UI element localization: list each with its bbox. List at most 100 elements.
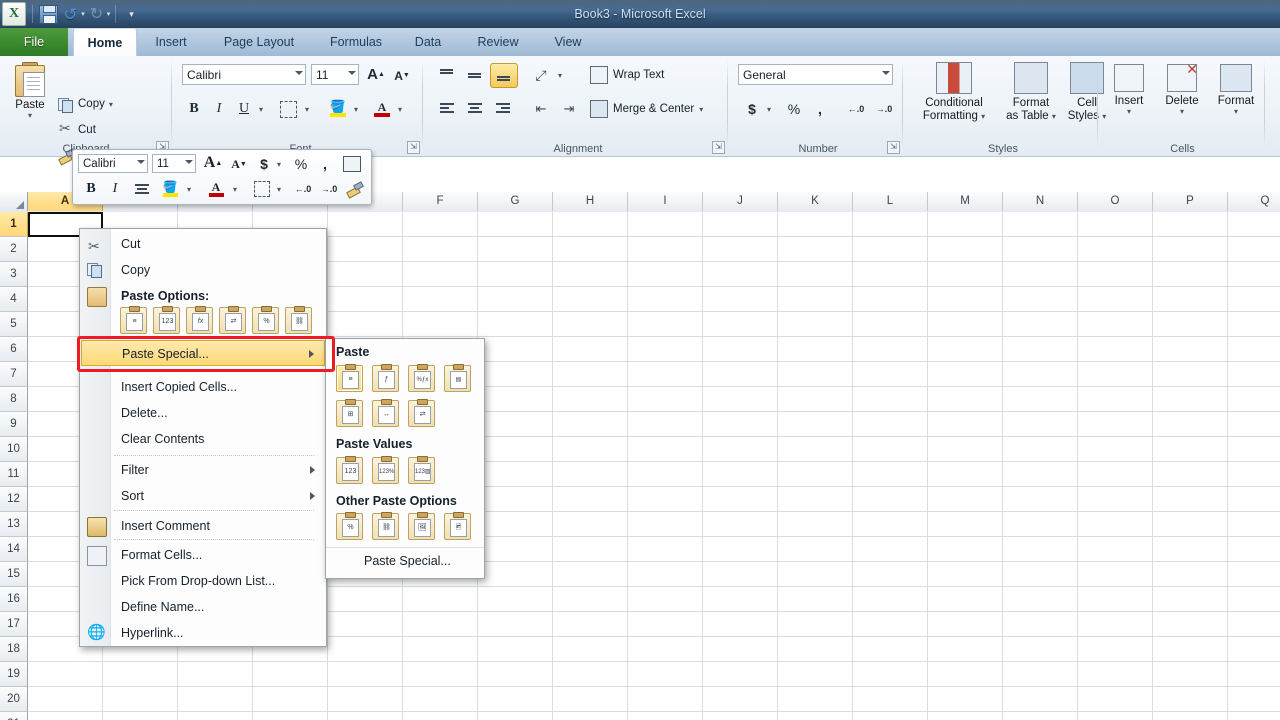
cell-i12[interactable] — [628, 487, 703, 512]
paste-transpose-icon[interactable]: ⇄ — [408, 399, 435, 427]
cell-k1[interactable] — [778, 212, 853, 237]
increase-indent-button[interactable]: ⇥ — [556, 98, 582, 120]
cell-m16[interactable] — [928, 587, 1003, 612]
cell-i5[interactable] — [628, 312, 703, 337]
insert-dropdown-arrow[interactable]: ▾ — [1104, 107, 1154, 116]
cell-l2[interactable] — [853, 237, 928, 262]
cell-o5[interactable] — [1078, 312, 1153, 337]
column-header-n[interactable]: N — [1003, 192, 1078, 211]
column-header-l[interactable]: L — [853, 192, 928, 211]
cell-p9[interactable] — [1153, 412, 1228, 437]
row-header-19[interactable]: 19 — [0, 662, 28, 687]
cell-i9[interactable] — [628, 412, 703, 437]
cell-n16[interactable] — [1003, 587, 1078, 612]
tab-review[interactable]: Review — [460, 28, 536, 56]
cell-k16[interactable] — [778, 587, 853, 612]
undo-icon[interactable]: ▾ — [61, 2, 87, 26]
mini-font-color-button[interactable]: A — [205, 178, 227, 200]
cell-o15[interactable] — [1078, 562, 1153, 587]
row-header-5[interactable]: 5 — [0, 312, 28, 337]
cell-n10[interactable] — [1003, 437, 1078, 462]
cell-n6[interactable] — [1003, 337, 1078, 362]
cell-o6[interactable] — [1078, 337, 1153, 362]
cell-l8[interactable] — [853, 387, 928, 412]
cell-l6[interactable] — [853, 337, 928, 362]
align-bottom-button[interactable] — [490, 63, 518, 88]
tab-view[interactable]: View — [540, 28, 596, 56]
cell-f21[interactable] — [403, 712, 478, 720]
cell-h11[interactable] — [553, 462, 628, 487]
row-header-16[interactable]: 16 — [0, 587, 28, 612]
mini-format-painter-button[interactable] — [343, 178, 365, 200]
save-icon[interactable] — [35, 2, 61, 26]
cell-j21[interactable] — [703, 712, 778, 720]
cell-g5[interactable] — [478, 312, 553, 337]
cell-c19[interactable] — [178, 662, 253, 687]
column-header-p[interactable]: P — [1153, 192, 1228, 211]
cell-k19[interactable] — [778, 662, 853, 687]
cell-g18[interactable] — [478, 637, 553, 662]
paste-button[interactable]: Paste ▾ — [8, 62, 52, 120]
font-dialog-launcher[interactable]: ⇲ — [407, 141, 420, 154]
cell-m3[interactable] — [928, 262, 1003, 287]
cell-e19[interactable] — [328, 662, 403, 687]
cell-d19[interactable] — [253, 662, 328, 687]
cell-p11[interactable] — [1153, 462, 1228, 487]
cell-p18[interactable] — [1153, 637, 1228, 662]
cell-o2[interactable] — [1078, 237, 1153, 262]
cell-i6[interactable] — [628, 337, 703, 362]
cell-m15[interactable] — [928, 562, 1003, 587]
context-menu-item-pick-from-dropdown-list[interactable]: Pick From Drop-down List... — [81, 568, 325, 594]
mini-font-size-combo[interactable]: 11 — [152, 154, 196, 173]
cell-q20[interactable] — [1228, 687, 1280, 712]
paste-no-borders-icon[interactable]: ⊞ — [336, 399, 363, 427]
mini-fill-color-button[interactable]: 🪣 — [159, 178, 181, 200]
cell-q9[interactable] — [1228, 412, 1280, 437]
align-center-button[interactable] — [462, 98, 488, 120]
merge-center-button[interactable]: Merge & Center ▾ — [590, 100, 703, 118]
cell-i1[interactable] — [628, 212, 703, 237]
cell-n17[interactable] — [1003, 612, 1078, 637]
paste-dropdown-arrow[interactable]: ▾ — [8, 111, 52, 120]
row-header-11[interactable]: 11 — [0, 462, 28, 487]
cell-p2[interactable] — [1153, 237, 1228, 262]
number-format-combo[interactable]: General — [738, 64, 893, 85]
column-header-j[interactable]: J — [703, 192, 778, 211]
cell-i15[interactable] — [628, 562, 703, 587]
cell-n14[interactable] — [1003, 537, 1078, 562]
cell-p14[interactable] — [1153, 537, 1228, 562]
cell-n9[interactable] — [1003, 412, 1078, 437]
cell-n3[interactable] — [1003, 262, 1078, 287]
cell-k18[interactable] — [778, 637, 853, 662]
cell-m5[interactable] — [928, 312, 1003, 337]
currency-button[interactable]: $ — [741, 98, 763, 120]
column-header-q[interactable]: Q — [1228, 192, 1280, 211]
cell-p6[interactable] — [1153, 337, 1228, 362]
cell-d21[interactable] — [253, 712, 328, 720]
cell-m1[interactable] — [928, 212, 1003, 237]
cell-e3[interactable] — [328, 262, 403, 287]
cell-i8[interactable] — [628, 387, 703, 412]
cell-j18[interactable] — [703, 637, 778, 662]
cell-q5[interactable] — [1228, 312, 1280, 337]
context-menu-item-format-cells[interactable]: Format Cells... — [81, 542, 325, 568]
cell-l1[interactable] — [853, 212, 928, 237]
cell-m17[interactable] — [928, 612, 1003, 637]
cell-m11[interactable] — [928, 462, 1003, 487]
cell-l20[interactable] — [853, 687, 928, 712]
cell-i21[interactable] — [628, 712, 703, 720]
mini-comma-button[interactable]: , — [317, 154, 333, 174]
cell-j7[interactable] — [703, 362, 778, 387]
cell-p8[interactable] — [1153, 387, 1228, 412]
cell-o12[interactable] — [1078, 487, 1153, 512]
cell-n21[interactable] — [1003, 712, 1078, 720]
cell-g11[interactable] — [478, 462, 553, 487]
merge-center-dropdown-arrow[interactable]: ▾ — [699, 105, 703, 114]
underline-dropdown-arrow[interactable]: ▾ — [255, 102, 267, 116]
cell-e2[interactable] — [328, 237, 403, 262]
cell-k11[interactable] — [778, 462, 853, 487]
cell-j8[interactable] — [703, 387, 778, 412]
decrease-indent-button[interactable]: ⇤ — [528, 98, 554, 120]
cell-h2[interactable] — [553, 237, 628, 262]
cell-q10[interactable] — [1228, 437, 1280, 462]
